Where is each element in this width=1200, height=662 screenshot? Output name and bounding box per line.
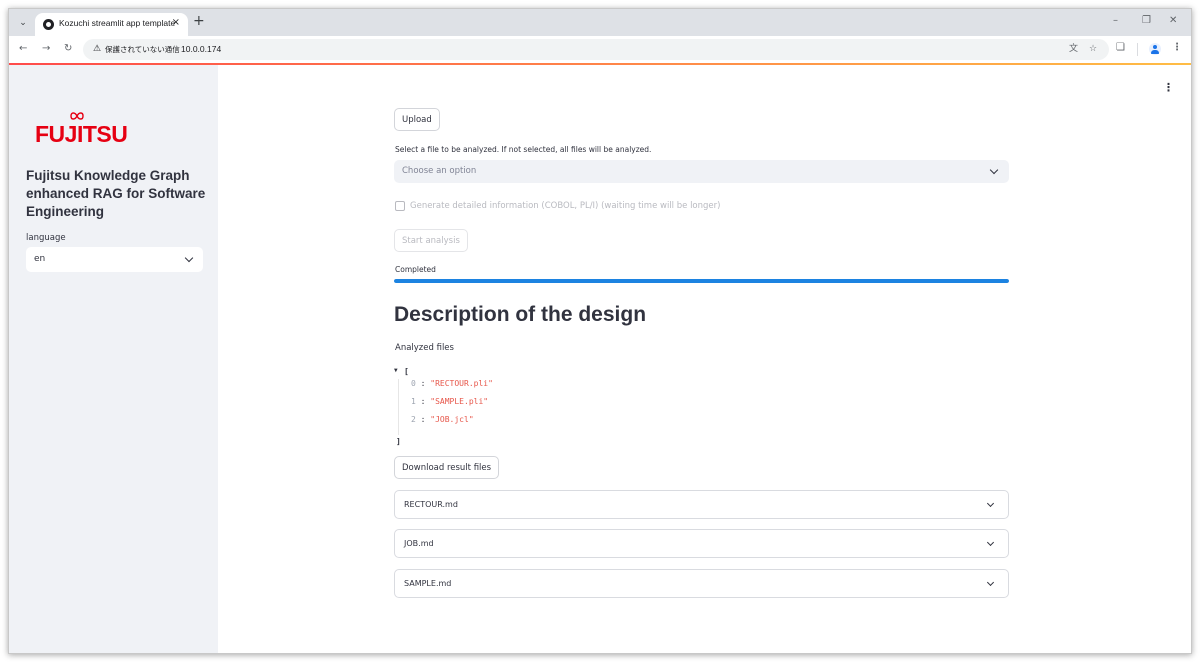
minimize-icon[interactable]: – xyxy=(1113,14,1118,28)
translate-icon[interactable]: 文 xyxy=(1069,43,1078,55)
language-select[interactable]: en xyxy=(26,247,203,272)
chevron-down-icon xyxy=(986,538,995,547)
kebab-menu-icon[interactable]: ⋮ xyxy=(1172,41,1182,55)
forward-arrow-icon[interactable]: → xyxy=(42,42,50,56)
tab-title: Kozuchi streamlit app template xyxy=(59,18,176,28)
start-analysis-button[interactable]: Start analysis xyxy=(394,229,468,252)
logo-text: FUJITSU xyxy=(35,121,128,147)
progress-label: Completed xyxy=(395,265,436,274)
json-row: 0 : "RECTOUR.pli" xyxy=(411,375,493,393)
json-row: 1 : "SAMPLE.pli" xyxy=(411,393,488,411)
close-window-icon[interactable]: ✕ xyxy=(1169,14,1177,28)
profile-icon[interactable] xyxy=(1149,43,1161,55)
extensions-icon[interactable]: ❏ xyxy=(1116,41,1125,55)
reload-icon[interactable]: ↻ xyxy=(64,42,72,56)
json-indent-guide xyxy=(398,379,399,435)
analyzed-files-label: Analyzed files xyxy=(395,343,454,353)
expander-job[interactable]: JOB.md xyxy=(394,529,1009,558)
star-icon[interactable]: ☆ xyxy=(1089,43,1097,55)
detailed-info-checkbox[interactable] xyxy=(395,201,405,211)
browser-toolbar: ← → ↻ ⚠ 保護されていない通信 10.0.0.174 文 ☆ ❏ ⋮ xyxy=(9,36,1191,63)
file-select-caption: Select a file to be analyzed. If not sel… xyxy=(395,145,652,154)
warning-icon[interactable]: ⚠ xyxy=(93,43,101,55)
progress-bar xyxy=(394,279,1009,283)
collapse-toggle-icon[interactable]: ▼ xyxy=(394,365,398,377)
new-tab-icon[interactable]: + xyxy=(193,13,205,29)
download-result-button[interactable]: Download result files xyxy=(394,456,500,479)
json-open-bracket: [ xyxy=(404,367,409,376)
main-menu-icon[interactable]: ⋮ xyxy=(1163,81,1174,95)
chevron-down-icon xyxy=(986,578,995,587)
security-label[interactable]: 保護されていない通信 xyxy=(105,44,180,55)
favicon-icon xyxy=(43,19,54,30)
expander-label: JOB.md xyxy=(404,539,434,548)
expander-label: SAMPLE.md xyxy=(404,579,452,588)
json-string-value: "JOB.jcl" xyxy=(430,415,474,424)
json-colon: : xyxy=(415,379,431,388)
fujitsu-logo: FUJITSU xyxy=(35,112,128,148)
tab-strip: ⌄ Kozuchi streamlit app template × + – ❐… xyxy=(9,9,1191,36)
progress-bar-fill xyxy=(394,279,1009,283)
expander-label: RECTOUR.md xyxy=(404,500,458,509)
json-row: 2 : "JOB.jcl" xyxy=(411,411,474,429)
back-arrow-icon[interactable]: ← xyxy=(19,42,27,56)
browser-window: ⌄ Kozuchi streamlit app template × + – ❐… xyxy=(8,8,1192,654)
browser-tab[interactable]: Kozuchi streamlit app template × xyxy=(35,13,188,36)
restore-icon[interactable]: ❐ xyxy=(1142,14,1151,28)
json-close-bracket: ] xyxy=(396,437,401,446)
language-value: en xyxy=(34,254,46,264)
chevron-down-icon xyxy=(986,499,995,508)
chevron-down-icon xyxy=(989,165,999,175)
json-string-value: "SAMPLE.pli" xyxy=(430,397,489,406)
tab-close-icon[interactable]: × xyxy=(172,17,180,29)
chevron-down-icon xyxy=(184,253,194,263)
json-colon: : xyxy=(415,397,431,406)
address-bar[interactable]: ⚠ 保護されていない通信 10.0.0.174 文 ☆ xyxy=(83,39,1109,60)
detailed-info-label[interactable]: Generate detailed information (COBOL, PL… xyxy=(410,201,720,211)
section-heading: Description of the design xyxy=(394,303,647,326)
file-select-placeholder: Choose an option xyxy=(402,166,477,176)
tab-search-icon[interactable]: ⌄ xyxy=(15,15,31,31)
app-title: Fujitsu Knowledge Graph enhanced RAG for… xyxy=(26,168,206,219)
fujitsu-infinity-icon xyxy=(70,112,84,120)
json-string-value: "RECTOUR.pli" xyxy=(430,379,493,388)
url-text[interactable]: 10.0.0.174 xyxy=(181,44,221,54)
language-label: language xyxy=(26,233,66,243)
json-colon: : xyxy=(415,415,431,424)
sidebar: FUJITSU Fujitsu Knowledge Graph enhanced… xyxy=(9,65,218,653)
expander-rectour[interactable]: RECTOUR.md xyxy=(394,490,1009,519)
toolbar-divider xyxy=(1137,43,1138,56)
expander-sample[interactable]: SAMPLE.md xyxy=(394,569,1009,598)
file-select[interactable]: Choose an option xyxy=(394,160,1009,183)
upload-button[interactable]: Upload xyxy=(394,108,440,131)
